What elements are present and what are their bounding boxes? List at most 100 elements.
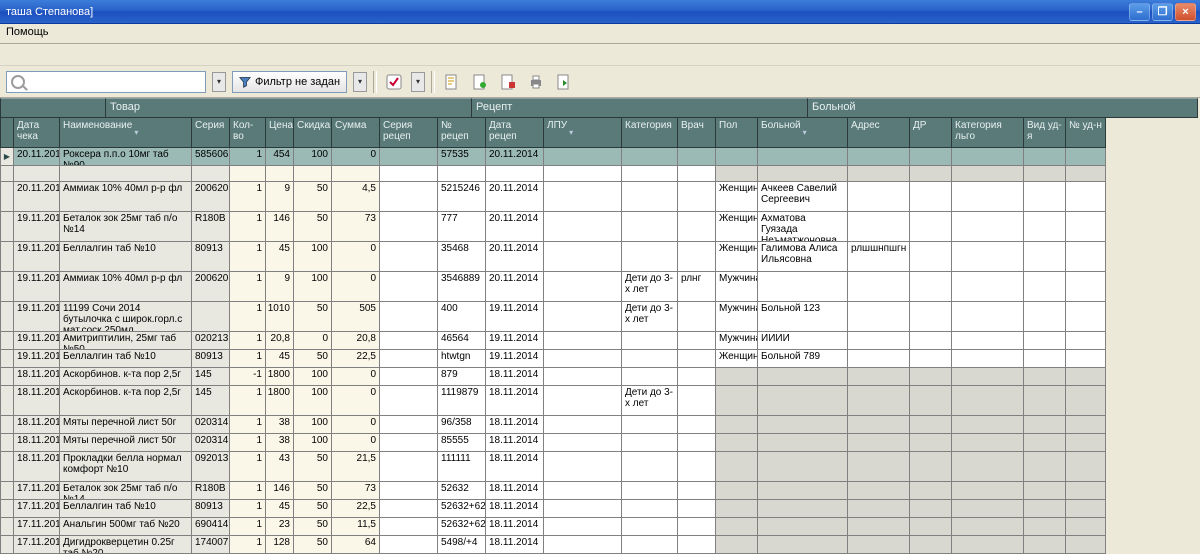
table-row[interactable]: 19.11.2014Беллалгин таб №10809131455022,…: [0, 350, 1200, 368]
cell-vud[interactable]: [1024, 452, 1066, 482]
cell-price[interactable]: 9: [266, 182, 294, 212]
cell-klg[interactable]: [952, 536, 1024, 554]
cell-qty[interactable]: 1: [230, 386, 266, 416]
cell-cat[interactable]: [622, 500, 678, 518]
cell-date[interactable]: 19.11.2014: [14, 332, 60, 350]
cell-name[interactable]: Амитриптилин, 25мг таб №50: [60, 332, 192, 350]
cell-adr[interactable]: [848, 434, 910, 452]
cell-rser[interactable]: [380, 332, 438, 350]
cell-rno[interactable]: 52632+62: [438, 518, 486, 536]
col-date[interactable]: Дата чека: [14, 118, 60, 148]
cell-pat[interactable]: [758, 434, 848, 452]
table-row[interactable]: 18.11.2014Мяты перечной лист 50г02031413…: [0, 434, 1200, 452]
cell-doc[interactable]: [678, 332, 716, 350]
cell-discount[interactable]: 0: [294, 332, 332, 350]
cell-rser[interactable]: [380, 182, 438, 212]
cell-lpu[interactable]: [544, 434, 622, 452]
cell-klg[interactable]: [952, 434, 1024, 452]
band-recipe[interactable]: Рецепт: [472, 98, 808, 118]
cell-adr[interactable]: [848, 182, 910, 212]
cell-date[interactable]: 17.11.2014: [14, 500, 60, 518]
cell-rdate[interactable]: 18.11.2014: [486, 482, 544, 500]
table-row[interactable]: 19.11.2014Беталок зок 25мг таб п/о №14R1…: [0, 212, 1200, 242]
cell-klg[interactable]: [952, 350, 1024, 368]
cell-sum[interactable]: 11,5: [332, 518, 380, 536]
cell-series[interactable]: R180B: [192, 212, 230, 242]
cell-dr[interactable]: [910, 332, 952, 350]
table-row[interactable]: 19.11.2014Амитриптилин, 25мг таб №500202…: [0, 332, 1200, 350]
cell-lpu[interactable]: [544, 536, 622, 554]
cell-klg[interactable]: [952, 386, 1024, 416]
cell-nud[interactable]: [1066, 416, 1106, 434]
cell-nud[interactable]: [1066, 242, 1106, 272]
col-rno[interactable]: № рецеп: [438, 118, 486, 148]
cell-series[interactable]: 200620: [192, 272, 230, 302]
cell-pat[interactable]: ИИИИ: [758, 332, 848, 350]
cell-price[interactable]: 23: [266, 518, 294, 536]
cell-rno[interactable]: 111111: [438, 452, 486, 482]
table-row[interactable]: 19.11.2014Аммиак 10% 40мл р-р фл20062019…: [0, 272, 1200, 302]
cell-sex[interactable]: [716, 500, 758, 518]
cell-sex[interactable]: [716, 482, 758, 500]
cell-date[interactable]: 19.11.2014: [14, 242, 60, 272]
cell-qty[interactable]: 1: [230, 518, 266, 536]
cell-price[interactable]: 146: [266, 482, 294, 500]
cell-sum[interactable]: 21,5: [332, 452, 380, 482]
cell-rser[interactable]: [380, 416, 438, 434]
cell-pat[interactable]: [758, 368, 848, 386]
cell-series[interactable]: 020314: [192, 416, 230, 434]
cell-pat[interactable]: [758, 482, 848, 500]
cell-rser[interactable]: [380, 536, 438, 554]
cell-doc[interactable]: [678, 212, 716, 242]
cell-rdate[interactable]: 19.11.2014: [486, 350, 544, 368]
cell-doc[interactable]: рлнг: [678, 272, 716, 302]
cell-cat[interactable]: [622, 518, 678, 536]
cell-discount[interactable]: 100: [294, 434, 332, 452]
col-doctor[interactable]: Врач: [678, 118, 716, 148]
cell-rser[interactable]: [380, 212, 438, 242]
cell-klg[interactable]: [952, 242, 1024, 272]
cell-date[interactable]: 18.11.2014: [14, 434, 60, 452]
cell-price[interactable]: 45: [266, 242, 294, 272]
cell-nud[interactable]: [1066, 368, 1106, 386]
cell-discount[interactable]: 50: [294, 350, 332, 368]
cell-series[interactable]: 020314: [192, 434, 230, 452]
cell-lpu[interactable]: [544, 148, 622, 166]
cell-cat[interactable]: Дети до 3-х лет: [622, 386, 678, 416]
cell-sum[interactable]: 0: [332, 368, 380, 386]
cell-dr[interactable]: [910, 182, 952, 212]
cell-lpu[interactable]: [544, 350, 622, 368]
cell-vud[interactable]: [1024, 302, 1066, 332]
cell-sum[interactable]: 73: [332, 482, 380, 500]
cell-vud[interactable]: [1024, 386, 1066, 416]
cell-price[interactable]: 1800: [266, 386, 294, 416]
cell-price[interactable]: 45: [266, 350, 294, 368]
cell-name[interactable]: Аскорбинов. к-та пор 2,5г: [60, 386, 192, 416]
col-rseries[interactable]: Серия рецеп: [380, 118, 438, 148]
table-row[interactable]: 19.11.2014Беллалгин таб №108091314510003…: [0, 242, 1200, 272]
cell-vud[interactable]: [1024, 182, 1066, 212]
cell-date[interactable]: 17.11.2014: [14, 482, 60, 500]
cell-rser[interactable]: [380, 272, 438, 302]
cell-discount[interactable]: 50: [294, 518, 332, 536]
cell-price[interactable]: 43: [266, 452, 294, 482]
cell-discount[interactable]: 50: [294, 536, 332, 554]
cell-adr[interactable]: [848, 518, 910, 536]
cell-sum[interactable]: 0: [332, 242, 380, 272]
cell-sum[interactable]: 73: [332, 212, 380, 242]
cell-vud[interactable]: [1024, 242, 1066, 272]
cell-doc[interactable]: [678, 536, 716, 554]
cell-series[interactable]: 145: [192, 386, 230, 416]
cell-doc[interactable]: [678, 368, 716, 386]
cell-rdate[interactable]: 19.11.2014: [486, 332, 544, 350]
cell-qty[interactable]: 1: [230, 434, 266, 452]
cell-sum[interactable]: 0: [332, 416, 380, 434]
menu-help[interactable]: Помощь: [6, 26, 49, 38]
cell-klg[interactable]: [952, 368, 1024, 386]
cell-rser[interactable]: [380, 368, 438, 386]
cell-rser[interactable]: [380, 242, 438, 272]
cell-qty[interactable]: 1: [230, 212, 266, 242]
cell-discount[interactable]: 100: [294, 272, 332, 302]
cell-nud[interactable]: [1066, 182, 1106, 212]
cell-sum[interactable]: 0: [332, 434, 380, 452]
